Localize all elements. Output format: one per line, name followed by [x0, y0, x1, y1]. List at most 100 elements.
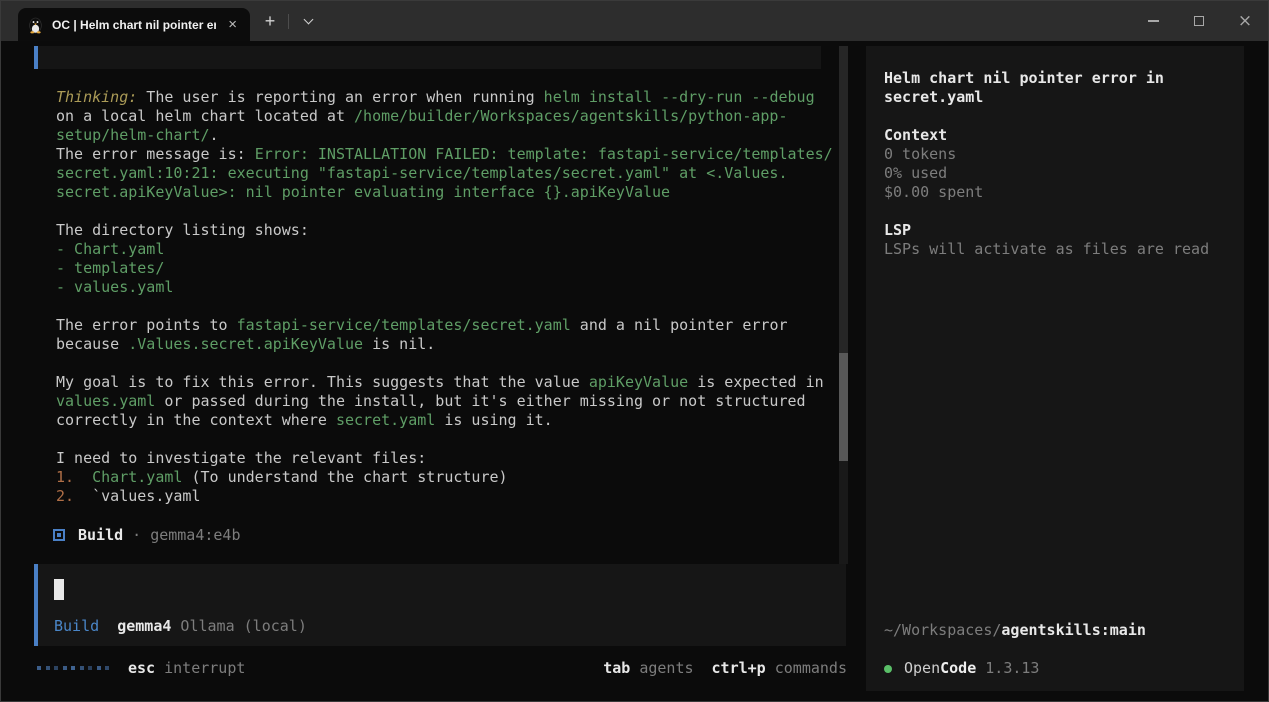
text-segment: `values.yaml — [74, 487, 200, 505]
chat-line: correctly in the context where secret.ya… — [56, 411, 833, 430]
text-segment: secret.yaml:10:21: executing "fastapi-se… — [56, 164, 788, 182]
chat-line: The error points to fastapi-service/temp… — [56, 316, 833, 335]
workspace-path: ~/Workspaces/agentskills:main — [884, 621, 1226, 640]
workspace-path-repo: agentskills:main — [1001, 621, 1146, 639]
input-model-label: gemma4 — [117, 617, 171, 635]
spinner-dot — [105, 666, 109, 670]
text-segment: correctly in the context where — [56, 411, 336, 429]
scrollbar-thumb[interactable] — [839, 353, 848, 461]
chat-line: - values.yaml — [56, 278, 833, 297]
chat-line: - Chart.yaml — [56, 240, 833, 259]
tabbar-divider — [288, 14, 289, 29]
chat-line: - templates/ — [56, 259, 833, 278]
scrollbar-track-bottom[interactable] — [839, 461, 848, 564]
status-bar: esc interrupt tab agents ctrl+p commands — [34, 657, 847, 679]
agent-model: gemma4:e4b — [150, 526, 240, 544]
input-provider-label: Ollama (local) — [171, 617, 306, 635]
text-cursor — [54, 579, 64, 600]
context-used: 0% used — [884, 164, 1226, 183]
chat-line: secret.apiKeyValue>: nil pointer evaluat… — [56, 183, 833, 202]
chat-line: My goal is to fix this error. This sugge… — [56, 373, 833, 392]
text-segment: - Chart.yaml — [56, 240, 164, 258]
text-segment: because — [56, 335, 128, 353]
app-name-open: Open — [904, 659, 940, 678]
session-title: Helm chart nil pointer error in secret.y… — [884, 69, 1226, 107]
spinner-dot — [63, 666, 67, 670]
text-segment: My goal is to fix this error. This sugge… — [56, 373, 589, 391]
scrollbar[interactable] — [839, 46, 848, 564]
chat-line — [56, 202, 833, 221]
text-segment: The user is reporting an error when runn… — [137, 88, 543, 106]
context-tokens: 0 tokens — [884, 145, 1226, 164]
text-segment: I need to investigate the relevant files… — [56, 449, 426, 467]
previous-message-stub — [34, 46, 821, 69]
close-button[interactable]: × — [1222, 1, 1268, 41]
hint-key-esc: esc — [128, 659, 155, 677]
context-spent: $0.00 spent — [884, 183, 1226, 202]
spinner-dot — [46, 666, 50, 670]
spinner-dot — [71, 666, 75, 670]
tux-penguin-icon — [28, 16, 43, 34]
text-segment: - templates/ — [56, 259, 164, 277]
text-segment: The error message is: — [56, 145, 255, 163]
close-icon: × — [1238, 13, 1252, 30]
chat-line: because .Values.secret.apiKeyValue is ni… — [56, 335, 833, 354]
tab-close-icon[interactable]: × — [225, 17, 240, 32]
text-segment: is expected in — [688, 373, 823, 391]
chat-line: 2. `values.yaml — [56, 487, 833, 506]
text-segment: Chart.yaml — [92, 468, 182, 486]
app-version-row: OpenCode 1.3.13 — [884, 659, 1226, 678]
terminal-tab[interactable]: OC | Helm chart nil pointer er × — [18, 8, 250, 41]
input-meta-row: Build gemma4 Ollama (local) — [54, 617, 307, 636]
chat-transcript: Thinking: The user is reporting an error… — [56, 88, 833, 506]
chat-line: Thinking: The user is reporting an error… — [56, 88, 833, 107]
session-sidebar: Helm chart nil pointer error in secret.y… — [866, 46, 1244, 691]
chat-line: values.yaml or passed during the install… — [56, 392, 833, 411]
text-segment: fastapi-service/templates/secret.yaml — [237, 316, 571, 334]
text-segment: The error points to — [56, 316, 237, 334]
text-segment: is using it. — [435, 411, 552, 429]
spinner-dot — [80, 666, 84, 670]
hint-label-interrupt: interrupt — [155, 659, 245, 677]
lsp-status: LSPs will activate as files are read — [884, 240, 1226, 259]
text-segment: is nil. — [363, 335, 435, 353]
agent-build-icon — [53, 529, 65, 541]
spinner-dot — [37, 666, 41, 670]
chat-line: secret.yaml:10:21: executing "fastapi-se… — [56, 164, 833, 183]
chat-line — [56, 354, 833, 373]
hint-label-commands: commands — [766, 659, 847, 677]
prompt-input[interactable]: Build gemma4 Ollama (local) — [34, 564, 846, 646]
text-segment: 1. — [56, 468, 74, 486]
text-segment: on a local helm chart located at — [56, 107, 354, 125]
hint-label-agents: agents — [630, 659, 693, 677]
text-segment: secret.apiKeyValue>: nil pointer evaluat… — [56, 183, 670, 201]
text-segment: secret.yaml — [336, 411, 435, 429]
chat-line: The directory listing shows: — [56, 221, 833, 240]
spacer — [99, 617, 117, 635]
spinner-dots — [37, 666, 109, 670]
tab-dropdown-button[interactable] — [296, 9, 320, 33]
workspace-path-prefix: ~/Workspaces/ — [884, 621, 1001, 639]
chat-line: on a local helm chart located at /home/b… — [56, 107, 833, 126]
text-segment: - values.yaml — [56, 278, 173, 296]
text-segment: and a nil pointer error — [571, 316, 788, 334]
text-segment: Thinking: — [56, 88, 137, 106]
new-tab-button[interactable]: + — [258, 9, 282, 33]
text-segment — [74, 468, 92, 486]
tab-title: OC | Helm chart nil pointer er — [52, 18, 216, 32]
minimize-icon — [1148, 20, 1159, 21]
chat-line — [56, 430, 833, 449]
terminal-window: OC | Helm chart nil pointer er × + × Thi… — [0, 0, 1269, 702]
text-segment: setup/helm-chart/ — [56, 126, 210, 144]
maximize-button[interactable] — [1176, 1, 1222, 41]
scrollbar-track-top[interactable] — [839, 46, 848, 353]
title-bar: OC | Helm chart nil pointer er × + × — [1, 1, 1268, 41]
text-segment: Error: INSTALLATION FAILED: template: fa… — [255, 145, 833, 163]
context-heading: Context — [884, 126, 1226, 145]
chevron-down-icon — [303, 14, 313, 24]
minimize-button[interactable] — [1130, 1, 1176, 41]
spinner-dot — [97, 666, 101, 670]
text-segment: 2. — [56, 487, 74, 505]
separator-dot: · — [132, 526, 141, 544]
text-segment: apiKeyValue — [589, 373, 688, 391]
